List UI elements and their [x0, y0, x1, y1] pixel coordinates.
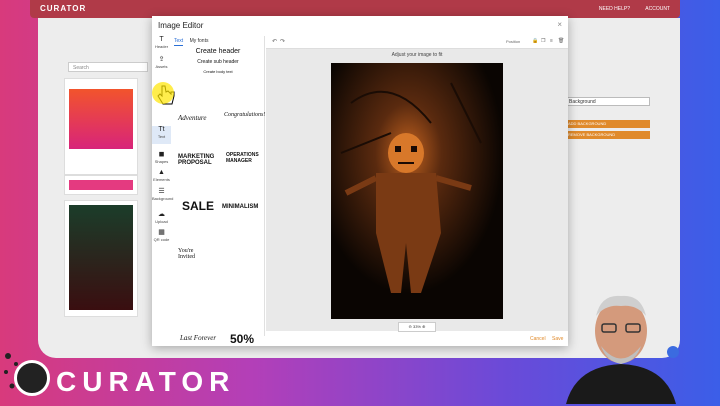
background-card[interactable]	[64, 175, 138, 195]
rail-item-background[interactable]: ☰ Background	[152, 188, 173, 204]
template-operations-manager[interactable]: OPERATIONS MANAGER	[226, 152, 264, 164]
modal-title: Image Editor	[158, 21, 204, 30]
app-brand: CURATOR	[40, 4, 87, 13]
template-sale[interactable]: SALE	[182, 199, 214, 213]
cursor-highlight	[152, 82, 174, 104]
text-icon: T	[159, 36, 164, 43]
curator-logo-icon	[14, 360, 50, 396]
add-background-button[interactable]: ADD BACKGROUND	[565, 120, 650, 128]
create-subheader-preset[interactable]: Create sub header	[172, 59, 264, 65]
copy-icon[interactable]: ❐	[541, 38, 545, 44]
scarecrow-photo[interactable]	[331, 63, 503, 319]
background-card[interactable]	[64, 200, 138, 317]
zoom-out-icon[interactable]: ⊖	[409, 324, 412, 329]
undo-icon[interactable]: ↶	[272, 38, 277, 45]
text-icon: Tt	[158, 126, 165, 133]
template-youre-invited[interactable]: You're Invited	[178, 248, 208, 260]
curator-logo: CURATOR	[56, 366, 236, 397]
tool-rail: T Header ⇪ Assets Tt Text ◼ Shapes ▲ Elements…	[152, 36, 173, 316]
zoom-in-icon[interactable]: ⊕	[422, 324, 425, 329]
image-editor-modal: Image Editor × T Header ⇪ Assets Tt Text ◼ S…	[152, 16, 568, 346]
editor-canvas: ↶ ↷ Position 🔒 ❐ ≡ 🗑 Adjust your image t…	[266, 36, 568, 332]
close-icon[interactable]: ×	[557, 20, 562, 29]
zoom-control[interactable]: ⊖ 33% ⊕	[398, 322, 436, 332]
rail-item-header[interactable]: T Header	[152, 36, 171, 50]
qr-code-icon: ▦	[158, 229, 165, 236]
tab-text[interactable]: Text	[174, 38, 184, 46]
remove-background-button[interactable]: REMOVE BACKGROUND	[565, 131, 650, 139]
chat-icon[interactable]	[667, 346, 679, 358]
rail-item-qr-code[interactable]: ▦ QR code	[152, 229, 171, 243]
trash-icon[interactable]: 🗑	[558, 38, 564, 44]
template-minimalism[interactable]: MINIMALISM	[222, 204, 258, 210]
background-search-input[interactable]: Search	[68, 62, 148, 72]
rail-item-shapes[interactable]: ◼ Shapes	[152, 151, 171, 165]
help-link[interactable]: NEED HELP?	[599, 6, 630, 12]
template-adventure[interactable]: Adventure	[178, 114, 207, 122]
create-body-preset[interactable]: Create body text	[172, 69, 264, 74]
upload-icon: ⇪	[158, 56, 165, 63]
account-link[interactable]: ACCOUNT	[645, 6, 670, 12]
zoom-level: 33%	[412, 324, 421, 329]
template-marketing-proposal[interactable]: MARKETING PROPOSAL	[178, 154, 216, 166]
template-50-percent[interactable]: 50%	[230, 332, 254, 346]
elements-icon: ▲	[158, 169, 165, 176]
template-congratulations[interactable]: Congratulations!	[224, 112, 265, 118]
background-card[interactable]	[64, 78, 138, 175]
canvas-hint: Adjust your image to fit	[391, 52, 443, 58]
cloud-upload-icon: ☁	[158, 211, 165, 218]
layers-icon[interactable]: ≡	[550, 38, 553, 44]
shapes-icon: ◼	[158, 151, 165, 158]
template-last-forever[interactable]: Last Forever	[180, 334, 216, 342]
background-icon: ☰	[158, 188, 165, 195]
rail-item-elements[interactable]: ▲ Elements	[152, 169, 171, 183]
rail-item-assets[interactable]: ⇪ Assets	[152, 56, 171, 70]
cancel-button[interactable]: Cancel	[530, 336, 546, 342]
lock-icon[interactable]: 🔒	[532, 38, 538, 44]
rail-item-text[interactable]: Tt Text	[152, 126, 171, 144]
position-button[interactable]: Position	[506, 39, 520, 44]
rail-item-upload[interactable]: ☁ Upload	[152, 211, 171, 225]
redo-icon[interactable]: ↷	[280, 38, 285, 45]
editor-toolbar: ↶ ↷ Position 🔒 ❐ ≡ 🗑	[266, 36, 568, 49]
tab-my-fonts[interactable]: My fonts	[190, 38, 209, 45]
create-header-preset[interactable]: Create header	[172, 48, 264, 55]
background-select[interactable]: Background	[565, 97, 650, 106]
text-panel: Text My fonts Create header Create sub h…	[172, 36, 265, 346]
presenter-video	[556, 286, 686, 404]
